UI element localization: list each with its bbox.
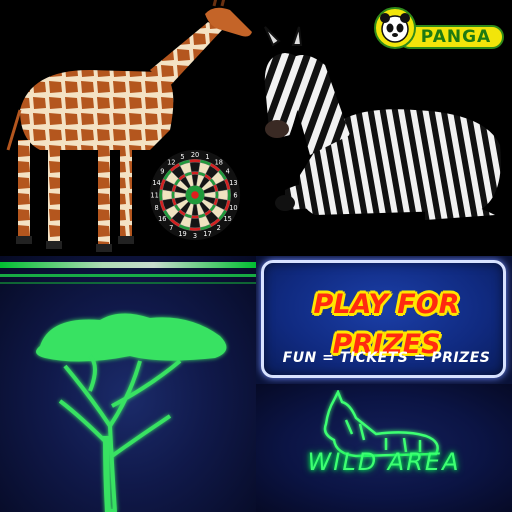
dartboard-number: 5	[180, 153, 184, 161]
dartboard-number: 1	[205, 153, 209, 161]
dartboard-segment	[159, 189, 163, 201]
panga-logo: PANGA	[372, 5, 506, 49]
dartboard-segment	[189, 161, 201, 172]
acacia-tree-icon	[36, 313, 227, 512]
dartboard-segment	[191, 171, 199, 175]
dartboard-number: 9	[160, 168, 164, 176]
dartboard-segment	[161, 189, 172, 201]
wild-area-panel: WILD AREA	[256, 384, 512, 512]
dartboard-number: 10	[229, 204, 237, 212]
dartboard-number: 7	[169, 224, 173, 232]
dartboard-number: 15	[224, 215, 232, 223]
dartboard-number: 17	[203, 230, 211, 238]
dartboard-number: 18	[215, 159, 223, 167]
dartboard-number: 11	[150, 191, 158, 199]
dartboard-number: 19	[178, 230, 186, 238]
dartboard-icon: 20 1 184 13 6 10 152 17 3 19 7168 11 14912 5	[149, 149, 241, 241]
dartboard-segment	[218, 189, 229, 201]
prizes-panel: PLAY FOR PRIZES FUN = TICKETS = PRIZES	[256, 256, 512, 384]
dartboard-segment	[189, 218, 201, 229]
dartboard-number: 20	[191, 151, 199, 159]
dartboard-number: 3	[193, 232, 197, 240]
animal-showcase: 20 1 18 4 13 6 10 15 2 17 3 19 7 16 8 11 14 9 12 5 PANGA	[0, 0, 512, 256]
prizes-sign: PLAY FOR PRIZES FUN = TICKETS = PRIZES	[261, 260, 506, 378]
dartboard-segment	[191, 215, 199, 219]
dartboard-number: 4	[226, 168, 230, 176]
dartboard-segment	[189, 227, 201, 231]
dartboard-number: 6	[233, 191, 237, 199]
dartboard-number: 16	[158, 215, 166, 223]
zebra-image	[264, 26, 501, 220]
dartboard-segment	[227, 189, 231, 201]
neon-stripe	[0, 262, 256, 268]
dartboard-segment	[171, 191, 175, 199]
prizes-subtitle: FUN = TICKETS = PRIZES	[282, 350, 491, 366]
dartboard-number: 14	[152, 179, 160, 187]
acacia-tree-panel	[0, 256, 256, 512]
neon-stripe	[0, 282, 256, 284]
panda-logo-icon	[374, 7, 416, 49]
wild-area-sign: WILD AREA	[307, 448, 461, 476]
dartboard-number: 2	[217, 224, 221, 232]
logo-text: PANGA	[420, 27, 492, 47]
neon-stripe	[0, 274, 256, 277]
prizes-title: PLAY FOR PRIZES	[313, 289, 460, 360]
dartboard-number: 8	[154, 204, 158, 212]
dartboard-number: 13	[229, 179, 237, 187]
dartboard-segment	[215, 191, 219, 199]
dartboard-number: 12	[167, 159, 175, 167]
dartboard-segment	[189, 159, 201, 163]
